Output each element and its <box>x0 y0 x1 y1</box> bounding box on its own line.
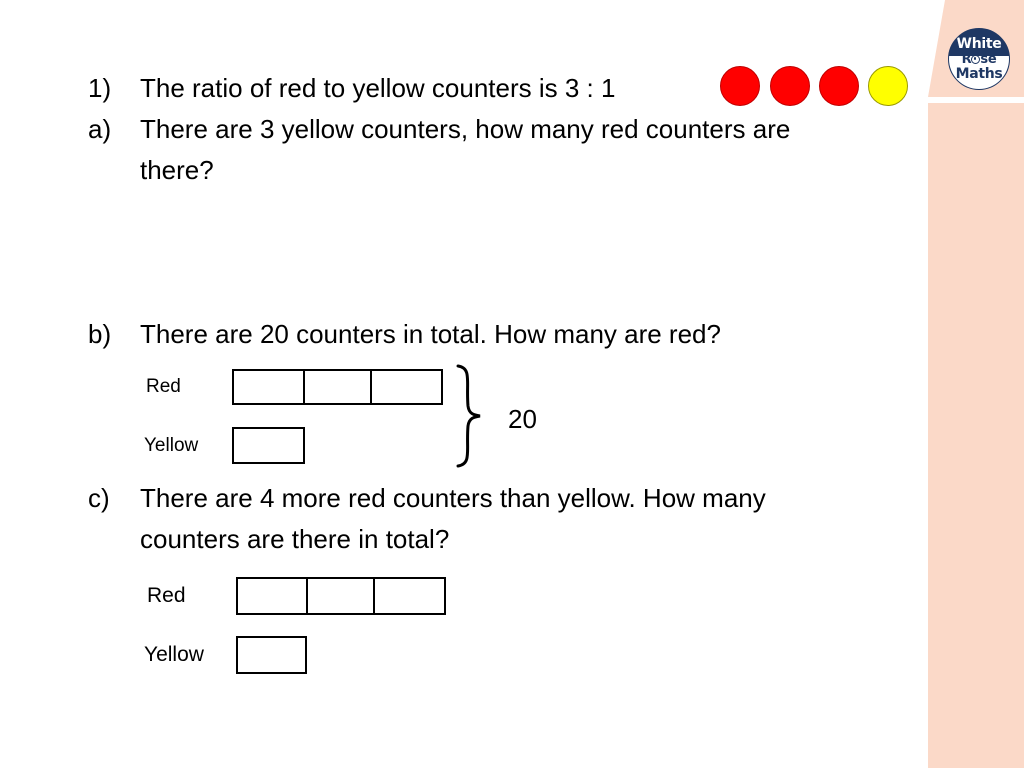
bar-cell <box>305 371 373 403</box>
bar-model-b-total-label: 20 <box>508 404 537 434</box>
bar-cell <box>308 579 376 613</box>
bar-cell <box>234 371 305 403</box>
bar-model-c-red-label: Red <box>147 584 186 607</box>
counter-red-2 <box>770 66 810 106</box>
question-c-text-line2: counters are there in total? <box>140 524 450 554</box>
slide-canvas: White Rse Maths 1) The ratio of red to y… <box>0 0 1024 768</box>
counter-yellow-1 <box>868 66 908 106</box>
bar-cell <box>375 579 444 613</box>
bar-model-b-yellow-label: Yellow <box>144 435 199 456</box>
counter-red-3 <box>819 66 859 106</box>
question-c-marker: c) <box>88 483 110 513</box>
question-c-text-line1: There are 4 more red counters than yello… <box>140 483 766 513</box>
logo-rose-suffix: se <box>980 52 997 67</box>
question-b-text-line1: There are 20 counters in total. How many… <box>140 319 721 349</box>
question-1-marker: 1) <box>88 73 112 103</box>
question-a-marker: a) <box>88 114 112 144</box>
question-a-text-line1: There are 3 yellow counters, how many re… <box>140 114 791 144</box>
white-rose-maths-logo: White Rse Maths <box>948 28 1010 90</box>
counter-red-1 <box>720 66 760 106</box>
question-1-text: The ratio of red to yellow counters is 3… <box>140 73 616 103</box>
bar-model-b-red-bar <box>232 369 443 405</box>
bar-model-c-yellow-label: Yellow <box>144 643 204 666</box>
bar-model-c-yellow-bar <box>236 636 307 674</box>
logo-rose-prefix: R <box>961 52 972 67</box>
logo-text-white: White <box>956 36 1002 52</box>
logo-text-rose: Rse <box>962 53 997 66</box>
question-a-text-line2: there? <box>140 155 214 185</box>
bar-model-c-red-bar <box>236 577 446 615</box>
bar-model-b-red-label: Red <box>146 376 181 397</box>
bar-model-b-yellow-bar <box>232 427 305 464</box>
bar-cell <box>238 579 308 613</box>
bar-model-b-brace <box>456 364 481 468</box>
question-b-marker: b) <box>88 319 112 349</box>
bar-cell <box>372 371 441 403</box>
bar-cell <box>234 429 303 462</box>
logo-text-maths: Maths <box>955 66 1003 82</box>
decorative-panel-main <box>928 103 1024 768</box>
bar-cell <box>238 638 305 672</box>
